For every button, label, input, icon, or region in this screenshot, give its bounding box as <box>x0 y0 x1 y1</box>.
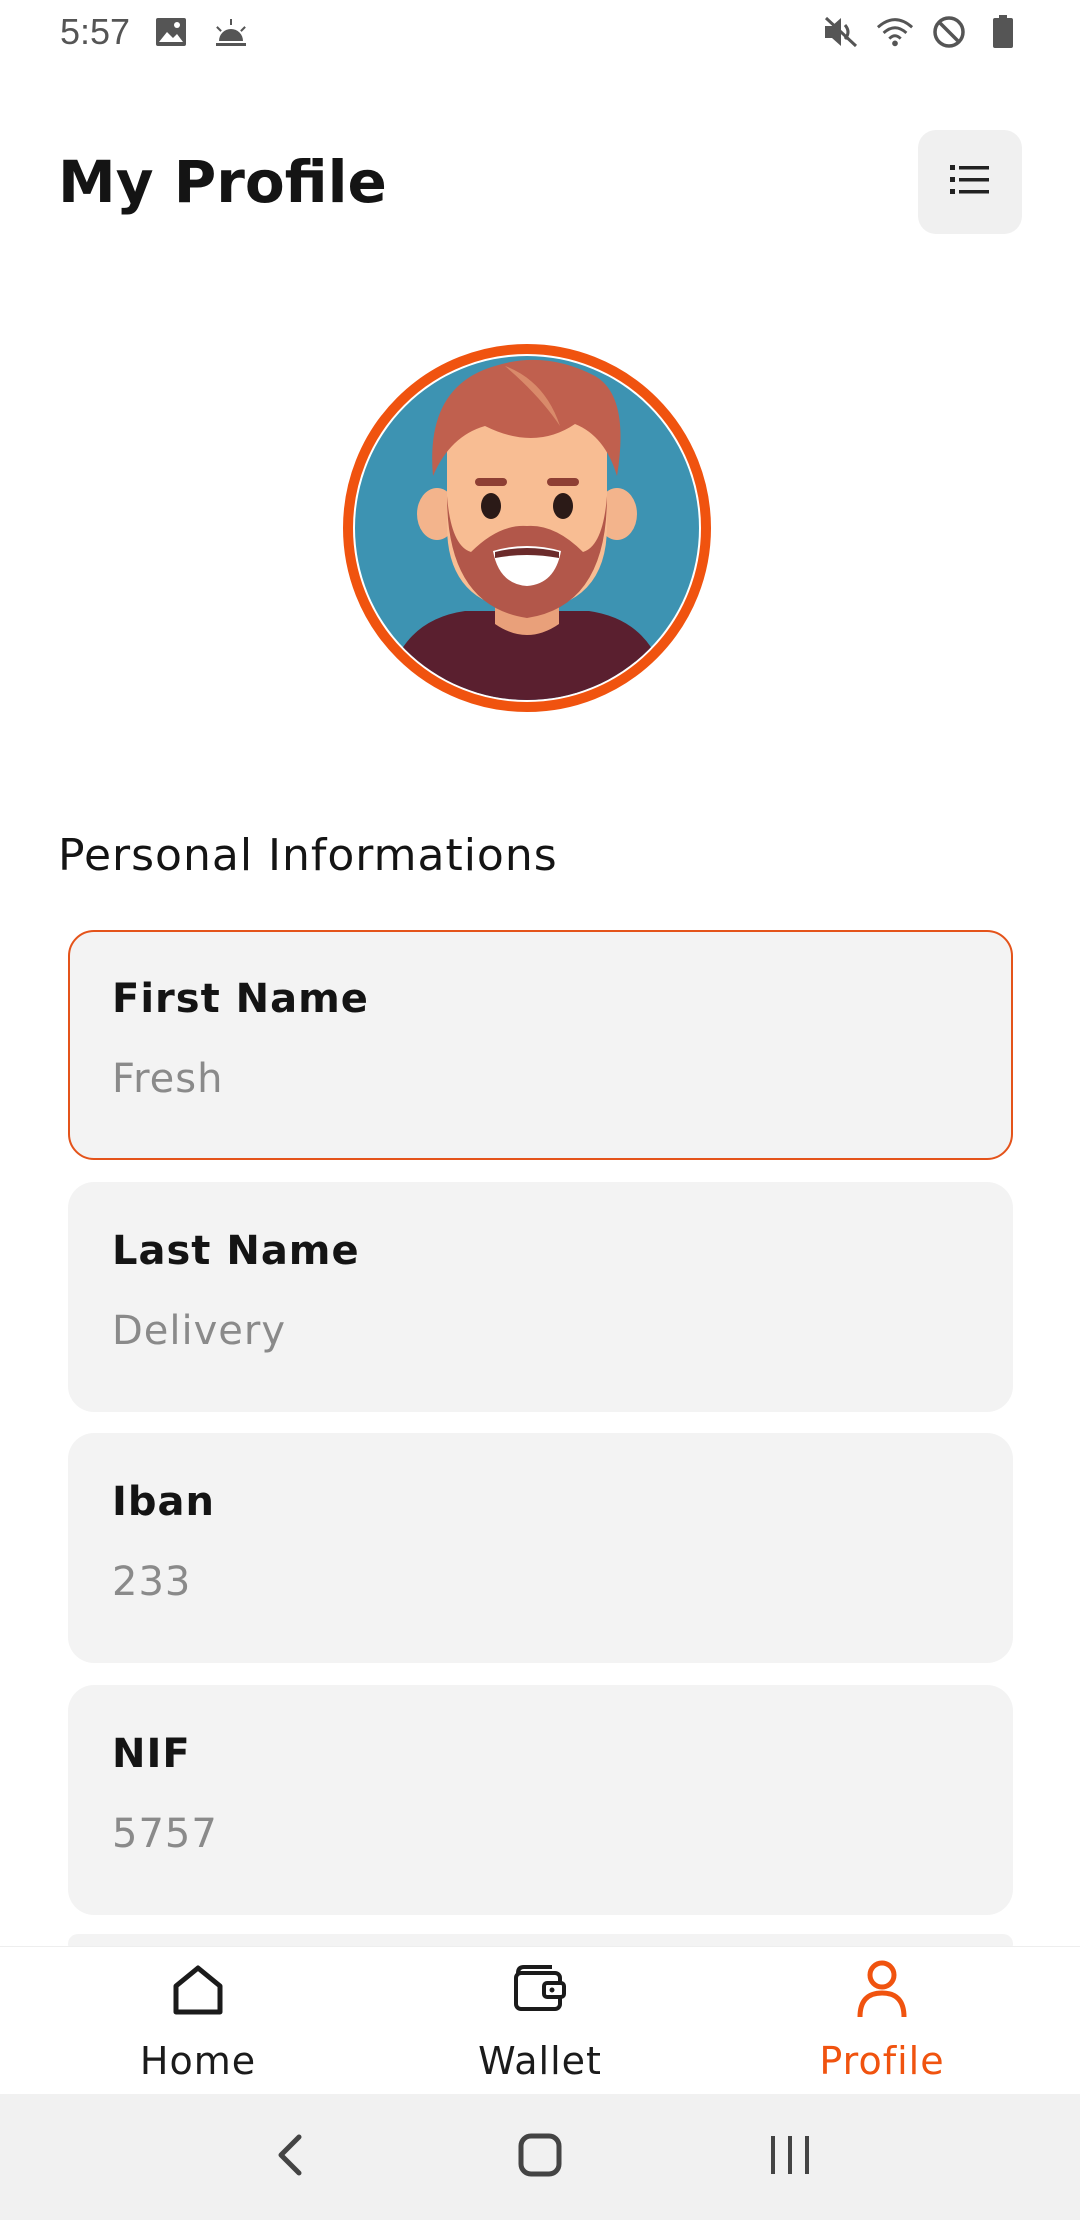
first-name-input[interactable]: Fresh <box>112 1056 969 1102</box>
field-label: First Name <box>112 976 369 1022</box>
nif-field[interactable]: NIF 5757 <box>68 1685 1013 1915</box>
user-icon <box>850 1957 914 2021</box>
field-label: Iban <box>112 1479 215 1525</box>
recents-icon <box>769 2133 811 2181</box>
status-right <box>822 13 1022 51</box>
home-icon <box>166 1957 230 2021</box>
nav-label-profile: Profile <box>819 2039 945 2083</box>
nav-label-wallet: Wallet <box>478 2039 602 2083</box>
iban-input[interactable]: 233 <box>112 1559 969 1605</box>
do-not-disturb-icon <box>930 13 968 51</box>
chevron-left-icon <box>275 2133 305 2181</box>
wallet-icon <box>508 1957 572 2021</box>
mute-icon <box>822 13 860 51</box>
section-title: Personal Informations <box>58 830 558 881</box>
weather-icon <box>212 13 250 51</box>
nav-item-wallet[interactable]: Wallet <box>400 1947 680 2094</box>
status-time: 5:57 <box>60 11 131 52</box>
menu-button[interactable] <box>918 130 1022 234</box>
field-label: NIF <box>112 1731 191 1777</box>
system-nav-bar <box>0 2094 1080 2220</box>
header: My Profile <box>0 128 1080 236</box>
list-menu-icon <box>950 163 990 201</box>
last-name-input[interactable]: Delivery <box>112 1308 969 1354</box>
image-icon <box>152 13 190 51</box>
profile-screen: 5:57 My Profile Personal Informations Fi… <box>0 0 1080 2220</box>
page-title: My Profile <box>58 148 387 216</box>
nif-input[interactable]: 5757 <box>112 1811 969 1857</box>
back-button[interactable] <box>260 2127 320 2187</box>
last-name-field[interactable]: Last Name Delivery <box>68 1182 1013 1412</box>
bottom-nav: Home Wallet Profile <box>0 1946 1080 2094</box>
battery-icon <box>984 13 1022 51</box>
square-icon <box>518 2133 562 2181</box>
avatar[interactable] <box>343 344 711 712</box>
wifi-icon <box>876 13 914 51</box>
status-bar: 5:57 <box>0 0 1080 64</box>
recents-button[interactable] <box>760 2127 820 2187</box>
nav-item-home[interactable]: Home <box>58 1947 338 2094</box>
iban-field[interactable]: Iban 233 <box>68 1433 1013 1663</box>
avatar-image <box>355 356 699 700</box>
status-left: 5:57 <box>60 11 250 53</box>
field-label: Last Name <box>112 1228 360 1274</box>
nav-label-home: Home <box>139 2039 257 2083</box>
nav-item-profile[interactable]: Profile <box>742 1947 1022 2094</box>
home-system-button[interactable] <box>510 2127 570 2187</box>
first-name-field[interactable]: First Name Fresh <box>68 930 1013 1160</box>
